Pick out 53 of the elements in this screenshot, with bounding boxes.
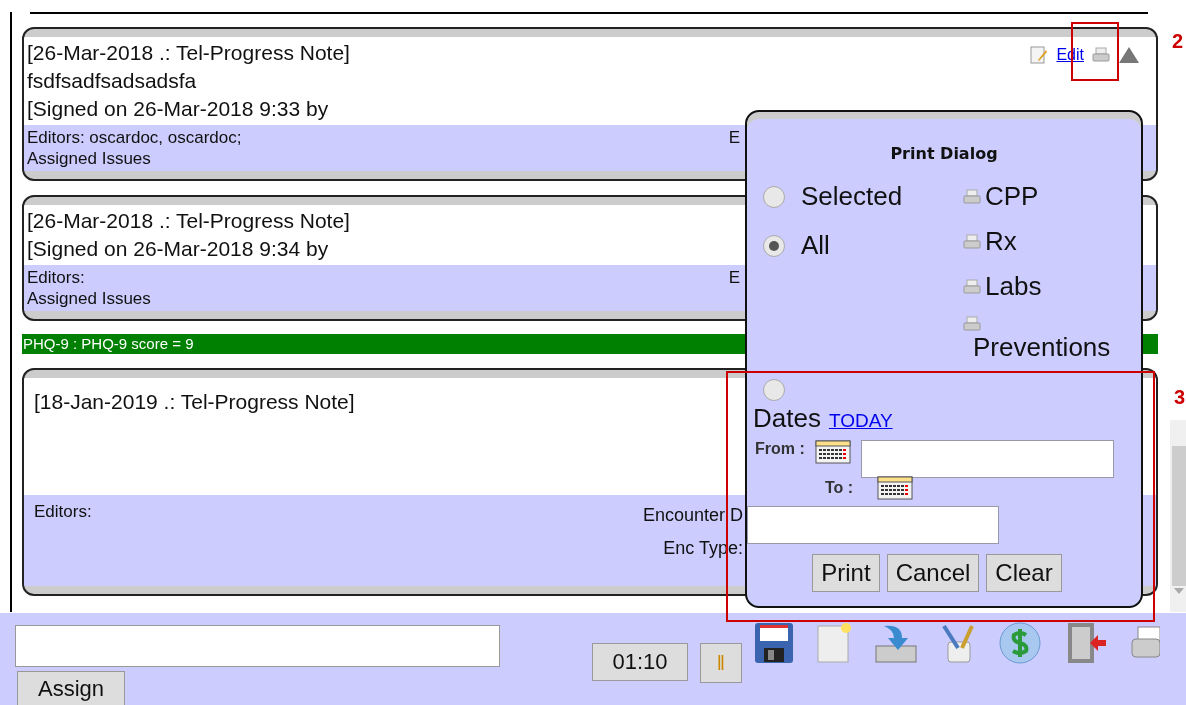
dialog-button[interactable]: Cancel (886, 554, 980, 592)
issue-input-field[interactable] (15, 625, 500, 667)
from-label: From : (755, 440, 805, 458)
callout-number: 3 (1174, 386, 1186, 409)
printer-icon[interactable] (963, 316, 981, 332)
calendar-icon[interactable] (877, 476, 914, 500)
to-date-field[interactable] (747, 506, 999, 544)
new-note-icon[interactable] (816, 622, 852, 664)
note-header: [18-Jan-2019 .: Tel-Progress Note] (34, 389, 355, 415)
encounter-label: E (728, 267, 740, 289)
radio-label: Selected (801, 181, 903, 212)
dialog-title: Print Dialog (890, 144, 998, 163)
editors-label: Editors: oscardoc, oscardoc; (27, 127, 242, 148)
radio-button[interactable] (763, 234, 785, 257)
timer-button[interactable]: 01:10 (592, 643, 688, 681)
section-label: Labs (985, 271, 1042, 302)
scroll-thumb[interactable] (1172, 446, 1186, 586)
section-label: CPP (985, 181, 1039, 212)
note-text: fsdfsadfsadsadsfa (27, 68, 197, 94)
encounter-label: E (728, 127, 740, 149)
pen-cup-icon[interactable] (940, 622, 976, 664)
radio-label: All (801, 230, 830, 261)
assigned-issues-label: Assigned Issues (27, 148, 151, 169)
signature-line: [Signed on 26-Mar-2018 9:34 by (27, 236, 329, 262)
encounter-date-label: Encounter D (642, 505, 743, 526)
editors-label: Editors: (27, 267, 85, 288)
scroll-down-icon[interactable] (1174, 588, 1184, 594)
printer-icon[interactable] (963, 278, 981, 295)
radio-button[interactable] (763, 185, 785, 208)
callout-number: 2 (1172, 30, 1184, 53)
note-header: [26-Mar-2018 .: Tel-Progress Note] (27, 208, 350, 234)
save-icon[interactable] (754, 622, 794, 664)
collapse-icon[interactable] (1118, 46, 1140, 64)
calendar-icon[interactable] (815, 440, 851, 464)
today-link[interactable]: TODAY (828, 410, 893, 432)
dialog-button[interactable]: Print (812, 554, 880, 592)
from-date-field[interactable] (861, 440, 1114, 478)
note-header: [26-Mar-2018 .: Tel-Progress Note] (27, 40, 350, 66)
assigned-issues-label: Assigned Issues (27, 288, 151, 309)
dollar-icon[interactable] (998, 621, 1042, 665)
scrollbar[interactable] (1170, 420, 1186, 612)
assign-button[interactable]: Assign (17, 671, 125, 705)
radio-label: Dates (753, 403, 821, 434)
printer-icon[interactable] (1092, 47, 1110, 63)
editors-label: Editors: (34, 501, 93, 523)
to-label: To : (825, 479, 854, 497)
note-edit-icon[interactable] (1030, 46, 1049, 64)
printer-icon[interactable] (963, 188, 981, 205)
printer-icon[interactable] (963, 233, 981, 250)
section-label: Rx (985, 226, 1017, 257)
signature-line: [Signed on 26-Mar-2018 9:33 by (27, 96, 329, 122)
radio-button[interactable] (763, 379, 785, 401)
dialog-button[interactable]: Clear (986, 554, 1062, 592)
